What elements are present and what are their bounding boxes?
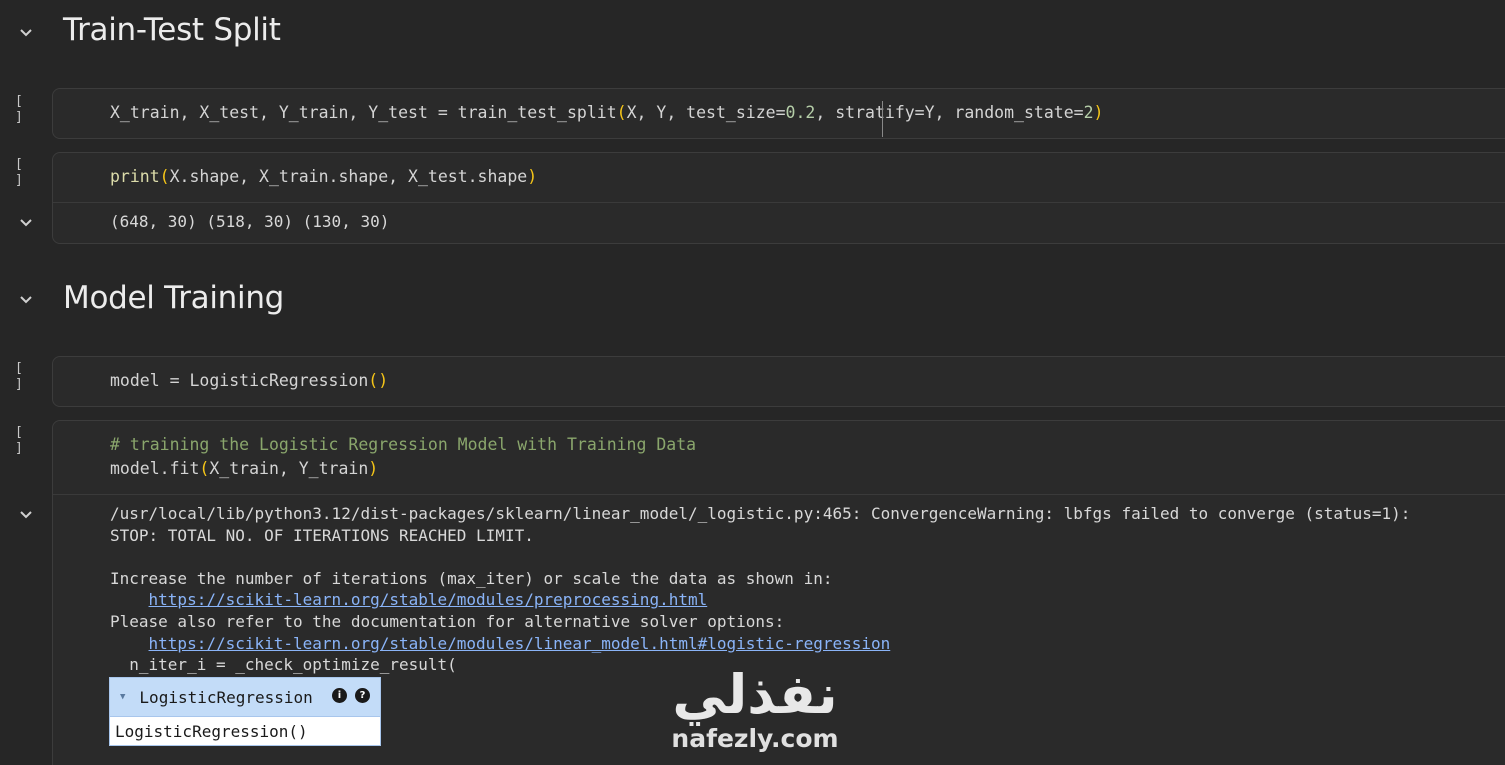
- triangle-down-icon: ▼: [120, 692, 126, 702]
- run-cell-button[interactable]: [ ]: [15, 361, 39, 392]
- estimator-title: LogisticRegression: [139, 687, 313, 707]
- code-line[interactable]: model = LogisticRegression(): [110, 369, 388, 393]
- warning-line: Increase the number of iterations (max_i…: [110, 568, 833, 588]
- warning-line: Please also refer to the documentation f…: [110, 612, 785, 631]
- code-cell-model-def[interactable]: model = LogisticRegression(): [52, 356, 1505, 407]
- info-icon[interactable]: i: [332, 688, 347, 703]
- warning-line: STOP: TOTAL NO. OF ITERATIONS REACHED LI…: [110, 525, 534, 545]
- code-cell-split[interactable]: X_train, X_test, Y_train, Y_test = train…: [52, 88, 1505, 139]
- chevron-down-icon[interactable]: [17, 213, 35, 231]
- run-cell-button[interactable]: [ ]: [15, 425, 39, 456]
- code-line[interactable]: print(X.shape, X_train.shape, X_test.sha…: [110, 165, 537, 189]
- watermark-arabic: نفذلي: [672, 663, 838, 726]
- section-title: Train-Test Split: [63, 12, 281, 48]
- section-header-model-training: Model Training: [0, 270, 1505, 330]
- output-divider: [53, 494, 1505, 495]
- warning-line: n_iter_i = _check_optimize_result(: [110, 655, 457, 675]
- warning-link-preprocessing[interactable]: https://scikit-learn.org/stable/modules/…: [110, 589, 708, 611]
- chevron-down-icon[interactable]: [17, 23, 35, 41]
- code-line[interactable]: X_train, X_test, Y_train, Y_test = train…: [110, 101, 1103, 125]
- text-cursor: [882, 101, 883, 137]
- chevron-down-icon[interactable]: [17, 290, 35, 308]
- section-header-train-test-split: Train-Test Split: [0, 2, 1505, 62]
- code-cell-print[interactable]: print(X.shape, X_train.shape, X_test.sha…: [52, 152, 1505, 244]
- estimator-body: LogisticRegression(): [110, 716, 380, 745]
- estimator-header[interactable]: ▼ LogisticRegression i ?: [110, 678, 380, 716]
- code-line[interactable]: model.fit(X_train, Y_train): [110, 457, 378, 481]
- run-cell-button[interactable]: [ ]: [15, 157, 39, 188]
- estimator-icons: i ?: [332, 688, 370, 703]
- chevron-down-icon[interactable]: [17, 505, 35, 523]
- section-title: Model Training: [63, 280, 285, 316]
- warning-link-linear-model[interactable]: https://scikit-learn.org/stable/modules/…: [110, 633, 891, 655]
- watermark-logo: نفذلي nafezly.com: [660, 665, 850, 765]
- run-cell-button[interactable]: [ ]: [15, 94, 39, 125]
- warning-line: /usr/local/lib/python3.12/dist-packages/…: [110, 504, 1411, 523]
- watermark-latin: nafezly.com: [671, 724, 839, 753]
- output-divider: [53, 202, 1505, 203]
- estimator-widget[interactable]: ▼ LogisticRegression i ? LogisticRegress…: [109, 677, 381, 746]
- help-icon[interactable]: ?: [355, 688, 370, 703]
- code-comment[interactable]: # training the Logistic Regression Model…: [110, 433, 696, 457]
- notebook-page: Train-Test Split [ ] X_train, X_test, Y_…: [0, 0, 1505, 765]
- cell-output: (648, 30) (518, 30) (130, 30): [110, 212, 390, 231]
